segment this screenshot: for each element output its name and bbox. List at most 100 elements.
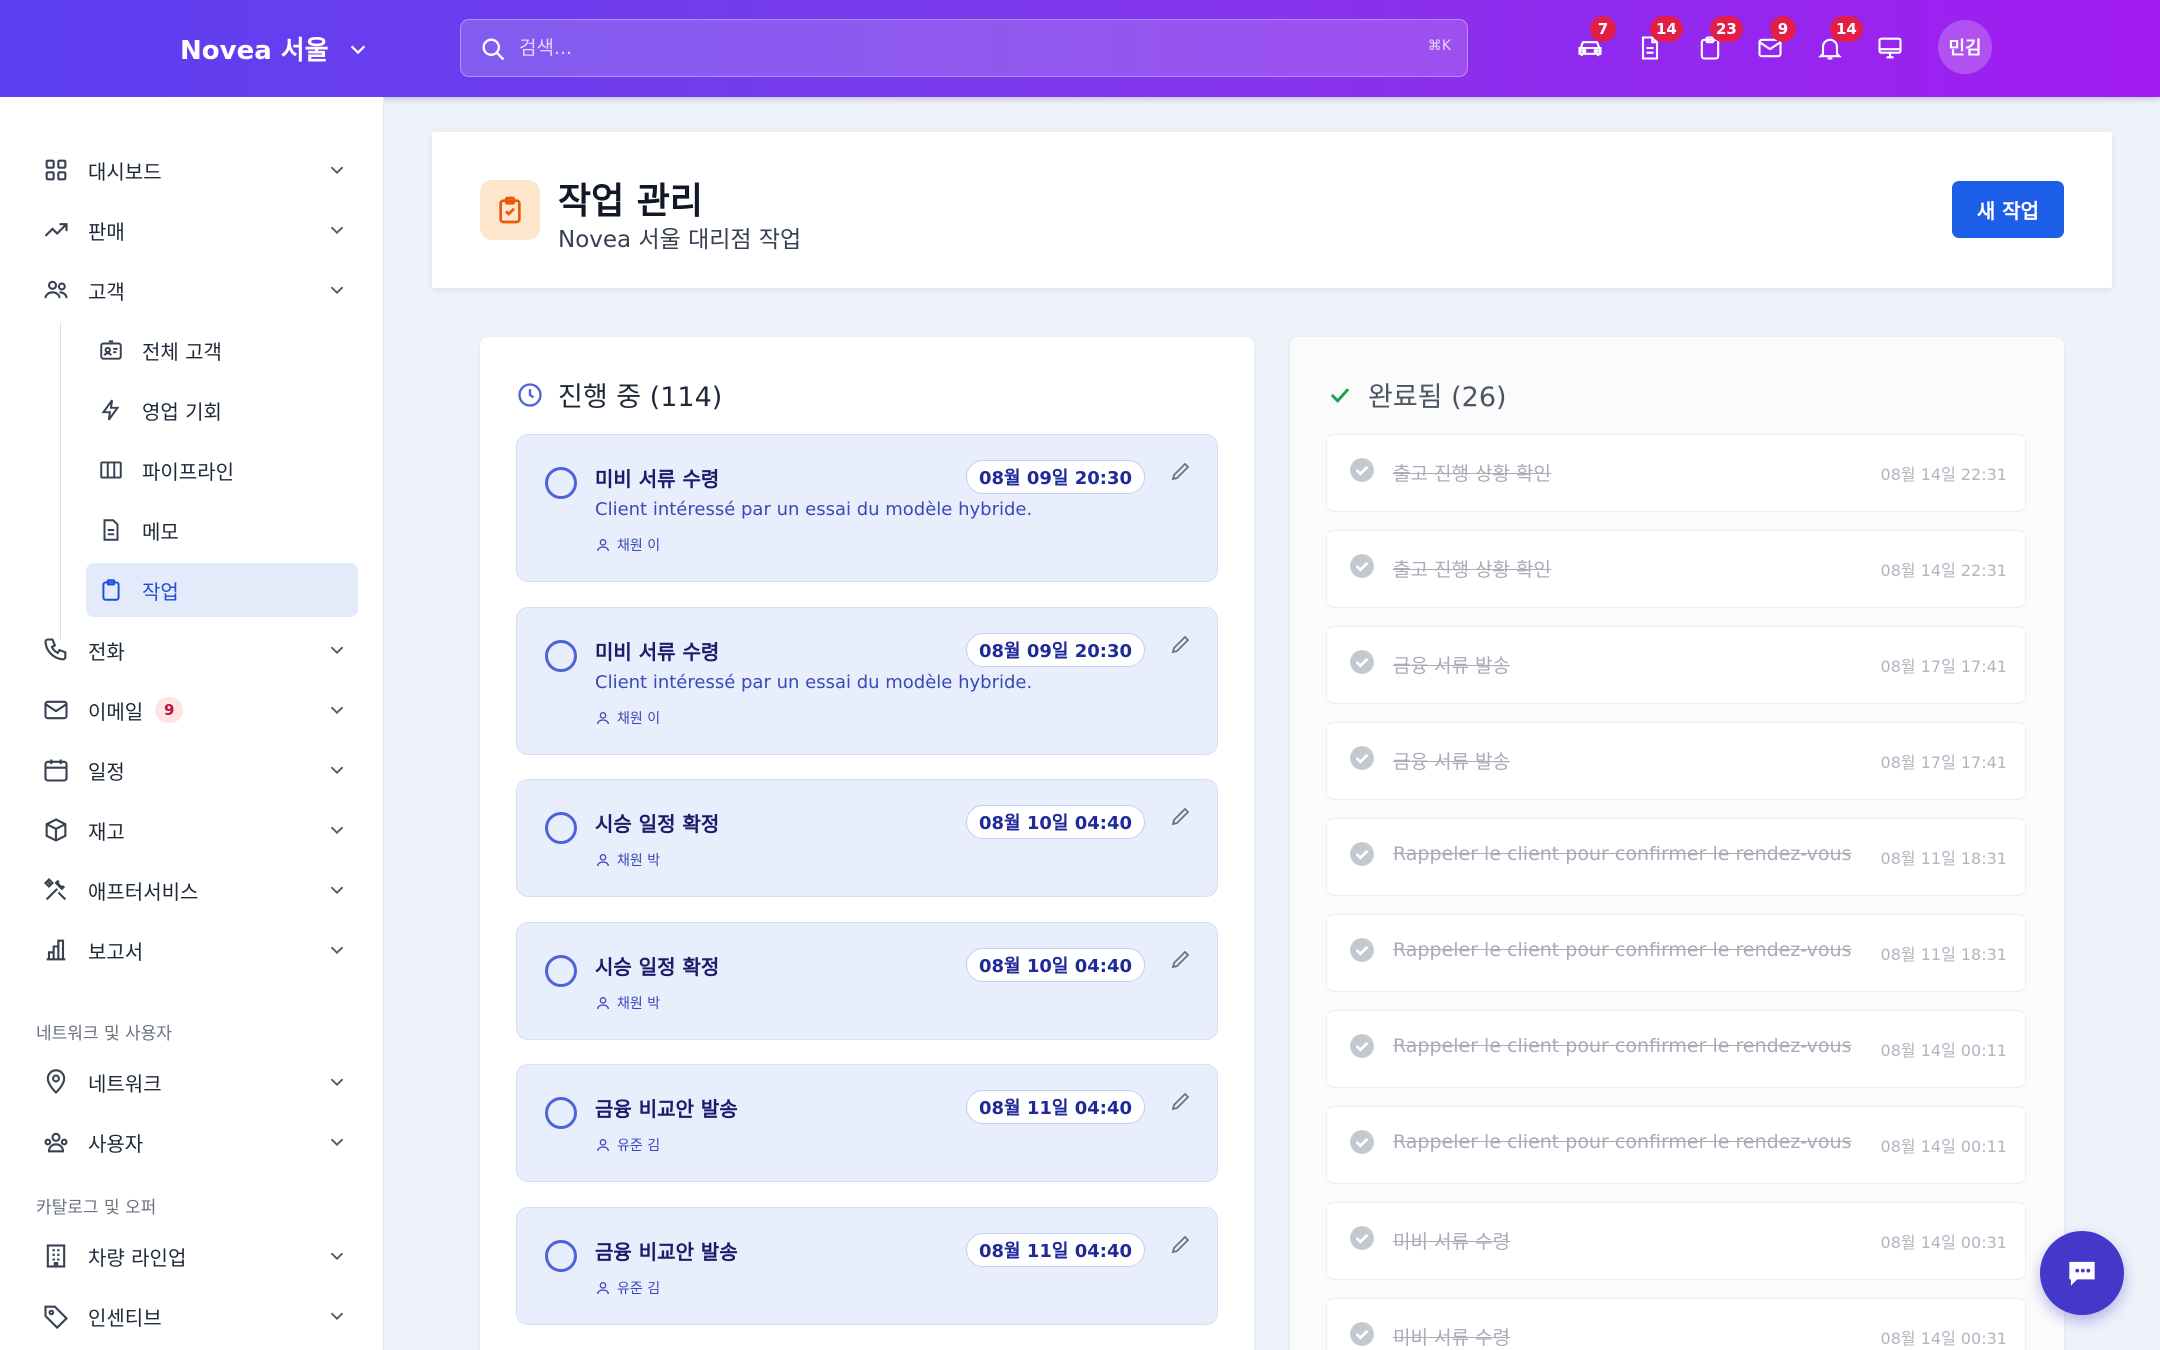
- task-assignee: 유준 김: [595, 1278, 660, 1298]
- sidebar-item-dashboard[interactable]: 대시보드: [30, 145, 360, 195]
- user-icon: [597, 1282, 609, 1295]
- id-card-icon: [100, 340, 122, 360]
- pencil-icon[interactable]: [1169, 459, 1193, 483]
- sidebar-item-network[interactable]: 네트워크: [30, 1057, 360, 1107]
- sidebar-item-schedule[interactable]: 일정: [30, 745, 360, 795]
- sidebar-item-customers[interactable]: 고객: [30, 265, 360, 315]
- tools-icon: [44, 878, 67, 901]
- sidebar-item-all-customers[interactable]: 전체 고객: [86, 323, 358, 377]
- sidebar-item-incentives[interactable]: 인센티브: [30, 1291, 360, 1341]
- check-circle-icon[interactable]: [1349, 649, 1375, 675]
- chevron-down-icon: [350, 44, 365, 54]
- complete-checkbox[interactable]: [545, 812, 577, 844]
- sidebar-item-opportunities[interactable]: 영업 기회: [86, 383, 358, 437]
- completed-task[interactable]: Rappeler le client pour confirmer le ren…: [1326, 914, 2026, 992]
- check-circle-icon[interactable]: [1349, 1225, 1375, 1251]
- bell-notification-button[interactable]: 14: [1810, 16, 1863, 68]
- task-card[interactable]: 시승 일정 확정 08월 10일 04:40 채원 박: [516, 779, 1218, 897]
- completed-task[interactable]: Rappeler le client pour confirmer le ren…: [1326, 1010, 2026, 1088]
- location-icon: [46, 1069, 66, 1094]
- sidebar-item-calls[interactable]: 전화: [30, 625, 360, 675]
- completed-task[interactable]: 출고 진행 상황 확인 08월 14일 22:31: [1326, 434, 2026, 512]
- box-icon: [45, 818, 67, 842]
- completed-task-title: 미비 서류 수령: [1393, 1327, 1510, 1349]
- brand-switcher[interactable]: Novea 서울: [180, 30, 369, 67]
- task-title: 시승 일정 확정: [595, 955, 720, 979]
- task-card[interactable]: 금융 비교안 발송 08월 11일 04:40 유준 김: [516, 1064, 1218, 1182]
- completed-task[interactable]: Rappeler le client pour confirmer le ren…: [1326, 818, 2026, 896]
- check-circle-icon[interactable]: [1349, 841, 1375, 867]
- trending-up-icon: [44, 223, 68, 237]
- task-card[interactable]: 미비 서류 수령 08월 09일 20:30 Client intéressé …: [516, 434, 1218, 582]
- tasks-notification-button[interactable]: 23: [1690, 16, 1743, 68]
- complete-checkbox[interactable]: [545, 640, 577, 672]
- user-group-icon: [44, 1132, 68, 1153]
- completed-task[interactable]: 금융 서류 발송 08월 17일 17:41: [1326, 722, 2026, 800]
- task-card[interactable]: 미비 서류 수령 08월 09일 20:30 Client intéressé …: [516, 607, 1218, 755]
- sidebar-item-pipeline[interactable]: 파이프라인: [86, 443, 358, 497]
- user-icon: [597, 712, 609, 725]
- completed-task[interactable]: Rappeler le client pour confirmer le ren…: [1326, 1106, 2026, 1184]
- completed-task[interactable]: 미비 서류 수령 08월 14일 00:31: [1326, 1202, 2026, 1280]
- search-bar[interactable]: ⌘K: [460, 19, 1468, 77]
- car-notification-button[interactable]: 7: [1570, 16, 1616, 68]
- task-assignee: 채원 이: [595, 535, 660, 555]
- completed-task[interactable]: 미비 서류 수령 08월 14일 00:31: [1326, 1298, 2026, 1350]
- sidebar-item-after-service[interactable]: 애프터서비스: [30, 865, 360, 915]
- complete-checkbox[interactable]: [545, 1097, 577, 1129]
- completed-task-date: 08월 14일 00:11: [1880, 1137, 2007, 1156]
- task-card[interactable]: 금융 비교안 발송 08월 11일 04:40 유준 김: [516, 1207, 1218, 1325]
- sidebar-item-notes[interactable]: 메모: [86, 503, 358, 557]
- completed-task[interactable]: 출고 진행 상황 확인 08월 14일 22:31: [1326, 530, 2026, 608]
- sidebar-item-tasks[interactable]: 작업: [86, 563, 358, 617]
- task-title: 미비 서류 수령: [595, 640, 720, 664]
- pencil-icon[interactable]: [1169, 632, 1193, 656]
- sidebar-item-users[interactable]: 사용자: [30, 1117, 360, 1167]
- task-card[interactable]: 시승 일정 확정 08월 10일 04:40 채원 박: [516, 922, 1218, 1040]
- complete-checkbox[interactable]: [545, 1240, 577, 1272]
- completed-heading: 완료됨 (26): [1326, 375, 1507, 414]
- chevron-down-icon: [330, 286, 344, 295]
- check-circle-icon[interactable]: [1349, 937, 1375, 963]
- sidebar-item-vehicle-lineup[interactable]: 차량 라인업: [30, 1231, 360, 1281]
- report-icon: [46, 939, 66, 961]
- check-circle-icon[interactable]: [1349, 457, 1375, 483]
- sidebar-item-email[interactable]: 이메일 9: [30, 685, 360, 735]
- sidebar-item-label: 네트워크: [88, 1071, 162, 1096]
- chevron-down-icon: [330, 706, 344, 715]
- task-assignee: 유준 김: [595, 1135, 660, 1155]
- pencil-icon[interactable]: [1169, 1232, 1193, 1256]
- completed-task-title: 미비 서류 수령: [1393, 1231, 1510, 1253]
- chevron-down-icon: [330, 166, 344, 175]
- building-icon: [46, 1244, 66, 1268]
- chevron-down-icon: [330, 886, 344, 895]
- complete-checkbox[interactable]: [545, 955, 577, 987]
- page-icon: [480, 180, 540, 240]
- mail-notification-button[interactable]: 9: [1750, 16, 1796, 68]
- check-circle-icon[interactable]: [1349, 1321, 1375, 1347]
- sidebar-item-inventory[interactable]: 재고: [30, 805, 360, 855]
- search-input[interactable]: [519, 28, 1379, 68]
- check-circle-icon[interactable]: [1349, 553, 1375, 579]
- monitor-button[interactable]: [1870, 28, 1910, 68]
- sidebar-item-reports[interactable]: 보고서: [30, 925, 360, 975]
- completed-task-title: Rappeler le client pour confirmer le ren…: [1393, 939, 1852, 961]
- avatar[interactable]: 민김: [1938, 20, 1992, 74]
- chevron-down-icon: [330, 766, 344, 775]
- user-icon: [597, 854, 609, 867]
- document-notification-button[interactable]: 14: [1630, 16, 1683, 68]
- pencil-icon[interactable]: [1169, 1089, 1193, 1113]
- check-circle-icon[interactable]: [1349, 745, 1375, 771]
- complete-checkbox[interactable]: [545, 467, 577, 499]
- sidebar-item-sales[interactable]: 판매: [30, 205, 360, 255]
- check-circle-icon[interactable]: [1349, 1129, 1375, 1155]
- completed-task-title: Rappeler le client pour confirmer le ren…: [1393, 1131, 1852, 1153]
- completed-task[interactable]: 금융 서류 발송 08월 17일 17:41: [1326, 626, 2026, 704]
- email-count-badge: 9: [155, 697, 184, 723]
- pencil-icon[interactable]: [1169, 947, 1193, 971]
- pencil-icon[interactable]: [1169, 804, 1193, 828]
- check-circle-icon[interactable]: [1349, 1033, 1375, 1059]
- chat-button[interactable]: [2040, 1231, 2124, 1315]
- new-task-button[interactable]: 새 작업: [1952, 181, 2064, 238]
- sidebar-item-label: 전화: [88, 639, 125, 664]
